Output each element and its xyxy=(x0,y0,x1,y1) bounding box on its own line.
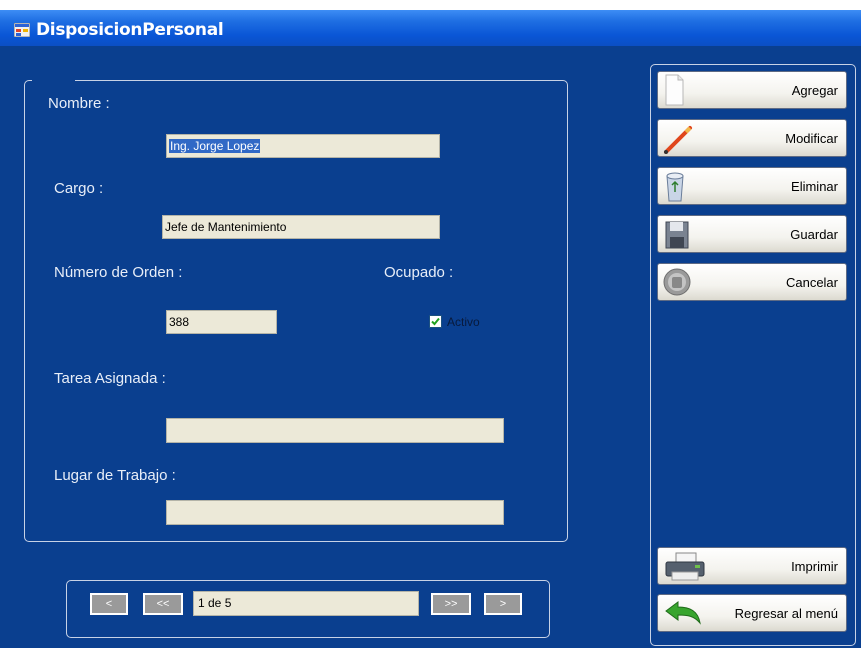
imprimir-button-label: Imprimir xyxy=(791,559,838,574)
ocupado-label: Ocupado : xyxy=(384,264,454,281)
pencil-icon xyxy=(664,126,692,154)
guardar-button[interactable]: Guardar xyxy=(657,215,847,253)
eliminar-button-label: Eliminar xyxy=(791,179,838,194)
lugar-trabajo-input[interactable] xyxy=(166,500,504,525)
nav-first-button[interactable]: << xyxy=(143,593,183,615)
groupbox-legend xyxy=(32,70,75,86)
application-icon xyxy=(14,23,30,37)
cargo-input[interactable]: Jefe de Mantenimiento xyxy=(162,215,440,239)
nav-prev-button[interactable]: < xyxy=(90,593,128,615)
regresar-menu-button[interactable]: Regresar al menú xyxy=(657,594,847,632)
nombre-input[interactable]: Ing. Jorge Lopez xyxy=(166,134,440,158)
floppy-disk-icon xyxy=(665,221,689,249)
numero-orden-label: Número de Orden : xyxy=(54,264,183,281)
modificar-button-label: Modificar xyxy=(785,131,838,146)
cancelar-button[interactable]: Cancelar xyxy=(657,263,847,301)
activo-checkbox[interactable] xyxy=(429,315,442,328)
tarea-asignada-label: Tarea Asignada : xyxy=(54,370,166,387)
lugar-trabajo-label: Lugar de Trabajo : xyxy=(54,467,176,484)
window-title: DisposicionPersonal xyxy=(36,20,224,40)
cargo-label: Cargo : xyxy=(54,180,104,197)
stop-hand-icon xyxy=(663,268,691,296)
imprimir-button[interactable]: Imprimir xyxy=(657,547,847,585)
title-bar: DisposicionPersonal xyxy=(0,0,861,46)
title-bar-top-strip xyxy=(0,0,861,10)
nav-last-button[interactable]: >> xyxy=(431,593,471,615)
agregar-button[interactable]: Agregar xyxy=(657,71,847,109)
back-arrow-icon xyxy=(665,601,701,625)
nombre-label: Nombre : xyxy=(48,95,110,112)
modificar-button[interactable]: Modificar xyxy=(657,119,847,157)
recycle-bin-icon xyxy=(666,172,684,202)
agregar-button-label: Agregar xyxy=(791,83,838,98)
guardar-button-label: Guardar xyxy=(790,227,838,242)
eliminar-button[interactable]: Eliminar xyxy=(657,167,847,205)
nombre-input-value: Ing. Jorge Lopez xyxy=(169,139,261,153)
checkmark-icon xyxy=(431,317,440,326)
printer-icon xyxy=(665,552,705,581)
record-position-field[interactable]: 1 de 5 xyxy=(193,591,419,616)
nav-next-button[interactable]: > xyxy=(484,593,522,615)
activo-label: Activo xyxy=(447,315,480,329)
cancelar-button-label: Cancelar xyxy=(785,275,838,290)
new-document-icon xyxy=(665,74,684,106)
regresar-menu-button-label: Regresar al menú xyxy=(734,606,838,621)
numero-orden-input[interactable]: 388 xyxy=(166,310,277,334)
tarea-asignada-input[interactable] xyxy=(166,418,504,443)
